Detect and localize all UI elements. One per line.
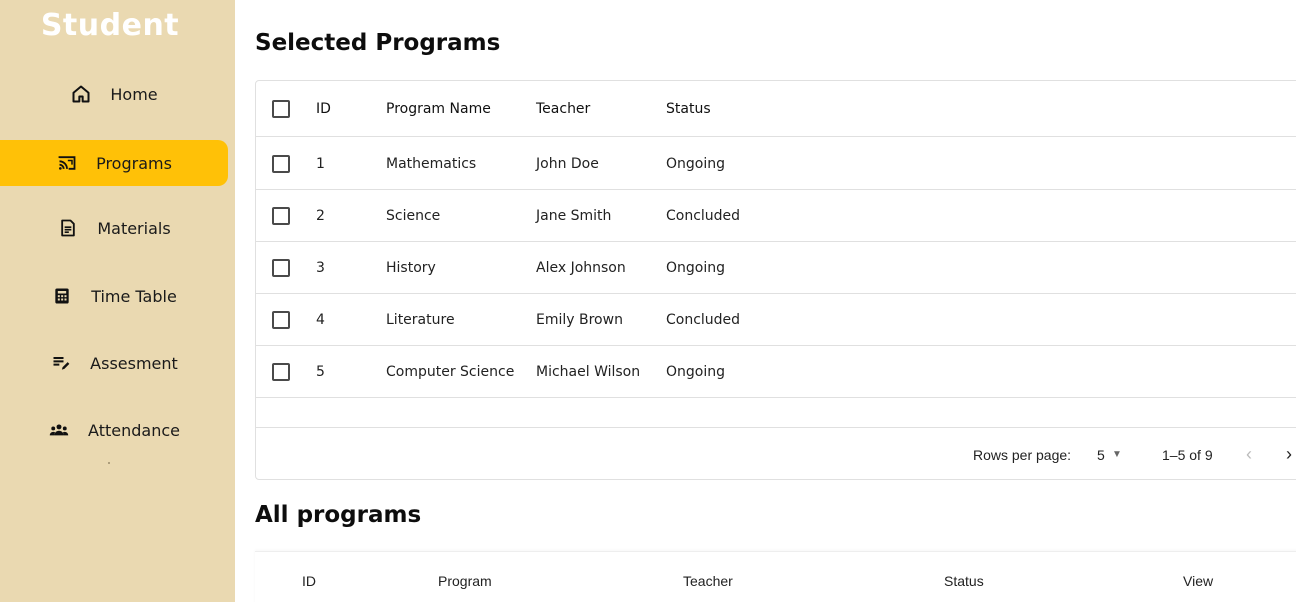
column-header-status[interactable]: Status xyxy=(944,552,984,602)
table-row[interactable]: 1 Mathematics John Doe Ongoing xyxy=(256,138,1296,190)
column-header-id[interactable]: ID xyxy=(316,81,331,136)
table-header: ID Program Name Teacher Status xyxy=(256,81,1296,137)
document-icon xyxy=(57,217,79,239)
cell-status: Concluded xyxy=(666,311,741,328)
table-row[interactable]: 5 Computer Science Michael Wilson Ongoin… xyxy=(256,346,1296,398)
sidebar-item-programs[interactable]: Programs xyxy=(0,140,228,186)
chevron-right-icon[interactable]: › xyxy=(1286,428,1292,479)
column-header-teacher[interactable]: Teacher xyxy=(536,81,590,136)
brand-title: Student xyxy=(40,8,180,43)
cell-teacher: John Doe xyxy=(536,155,599,172)
cell-status: Ongoing xyxy=(666,259,725,276)
column-header-id[interactable]: ID xyxy=(302,552,316,602)
cell-teacher: Emily Brown xyxy=(536,311,623,328)
cell-id: 1 xyxy=(316,155,325,172)
row-checkbox[interactable] xyxy=(272,138,290,189)
column-header-program[interactable]: Program xyxy=(438,552,492,602)
sidebar-divider xyxy=(108,462,110,464)
sidebar-item-label: Time Table xyxy=(91,286,177,306)
selected-programs-title: Selected Programs xyxy=(255,30,501,56)
selected-programs-table: ID Program Name Teacher Status 1 Mathema… xyxy=(255,80,1296,480)
cell-id: 5 xyxy=(316,363,325,380)
column-header-status[interactable]: Status xyxy=(666,81,711,136)
row-checkbox[interactable] xyxy=(272,190,290,241)
row-checkbox[interactable] xyxy=(272,242,290,293)
table-pagination: Rows per page: 5 ▼ 1–5 of 9 ‹ › xyxy=(256,427,1296,479)
cell-program-name: History xyxy=(386,259,436,276)
sidebar-item-label: Assesment xyxy=(90,353,178,373)
chevron-left-icon[interactable]: ‹ xyxy=(1246,428,1252,479)
row-checkbox[interactable] xyxy=(272,294,290,345)
rows-per-page-select[interactable]: 5 xyxy=(1097,428,1105,479)
pagination-range: 1–5 of 9 xyxy=(1162,446,1213,463)
cell-program-name: Mathematics xyxy=(386,155,477,172)
table-row[interactable]: 3 History Alex Johnson Ongoing xyxy=(256,242,1296,294)
cell-teacher: Alex Johnson xyxy=(536,259,626,276)
cell-program-name: Literature xyxy=(386,311,455,328)
column-header-view[interactable]: View xyxy=(1183,552,1213,602)
column-header-teacher[interactable]: Teacher xyxy=(683,552,733,602)
group-icon xyxy=(48,419,70,441)
sidebar-item-label: Home xyxy=(110,84,158,104)
home-icon xyxy=(70,83,92,105)
sidebar-item-attendance[interactable]: Attendance xyxy=(0,407,228,453)
row-checkbox[interactable] xyxy=(272,346,290,397)
caret-down-icon[interactable]: ▼ xyxy=(1112,428,1122,479)
sidebar-item-home[interactable]: Home xyxy=(0,71,228,117)
all-programs-title: All programs xyxy=(255,502,422,528)
edit-note-icon xyxy=(50,352,72,374)
rows-per-page-label: Rows per page: xyxy=(973,446,1072,463)
cell-status: Ongoing xyxy=(666,363,725,380)
cell-program-name: Science xyxy=(386,207,441,224)
cell-program-name: Computer Science xyxy=(386,363,515,380)
table-row[interactable]: 2 Science Jane Smith Concluded xyxy=(256,190,1296,242)
cell-status: Concluded xyxy=(666,207,741,224)
sidebar-item-label: Programs xyxy=(96,153,172,173)
column-header-program-name[interactable]: Program Name xyxy=(386,81,491,136)
cell-id: 2 xyxy=(316,207,325,224)
cell-teacher: Michael Wilson xyxy=(536,363,641,380)
sidebar: Student Home Programs Materials Time Tab… xyxy=(0,0,235,602)
sidebar-item-label: Materials xyxy=(97,218,171,238)
table-row[interactable]: 4 Literature Emily Brown Concluded xyxy=(256,294,1296,346)
sidebar-item-time-table[interactable]: Time Table xyxy=(0,273,228,319)
calculator-icon xyxy=(51,285,73,307)
cell-id: 4 xyxy=(316,311,325,328)
cell-status: Ongoing xyxy=(666,155,725,172)
cell-id: 3 xyxy=(316,259,325,276)
all-programs-table: ID Program Teacher Status View xyxy=(255,551,1296,602)
select-all-checkbox[interactable] xyxy=(272,81,290,136)
sidebar-item-label: Attendance xyxy=(88,420,180,440)
sidebar-item-assesment[interactable]: Assesment xyxy=(0,340,228,386)
sidebar-item-materials[interactable]: Materials xyxy=(0,205,228,251)
cast-icon xyxy=(56,152,78,174)
cell-teacher: Jane Smith xyxy=(536,207,612,224)
